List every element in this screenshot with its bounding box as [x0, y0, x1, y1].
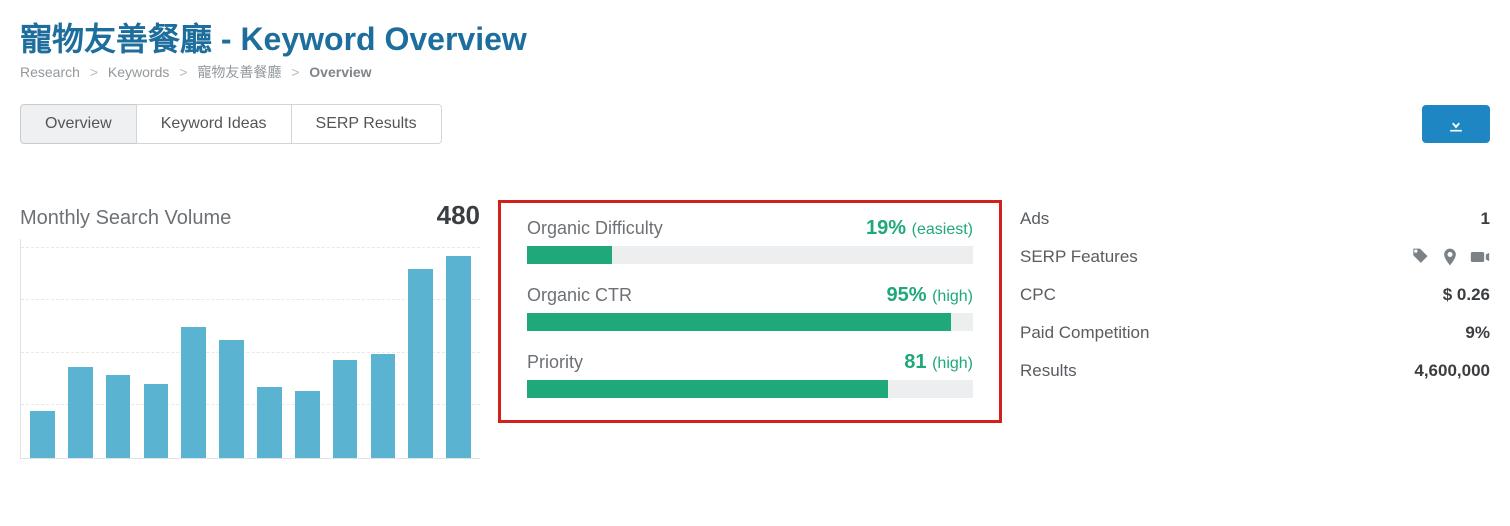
metric-track — [527, 246, 973, 264]
stat-label: SERP Features — [1020, 247, 1138, 267]
chart-bar — [219, 340, 244, 458]
stat-label: Paid Competition — [1020, 323, 1149, 343]
metrics-panel: Organic Difficulty 19% (easiest) Organic… — [498, 200, 1002, 423]
chart-bar — [30, 411, 55, 458]
metric-label: Organic CTR — [527, 285, 632, 306]
chart-bar — [257, 387, 282, 458]
search-volume-value: 480 — [437, 200, 480, 231]
stat-value: 9% — [1465, 323, 1490, 343]
search-volume-chart — [20, 239, 480, 459]
chart-bar — [68, 367, 93, 458]
metric-organic-ctr: Organic CTR 95% (high) — [527, 284, 973, 331]
stat-serp-features: SERP Features — [1020, 238, 1490, 276]
stat-label: Results — [1020, 361, 1077, 381]
metric-label: Organic Difficulty — [527, 218, 663, 239]
metric-value: 95% (high) — [887, 284, 974, 307]
chart-bar — [144, 384, 169, 458]
stat-value: 4,600,000 — [1414, 361, 1490, 381]
map-pin-icon — [1440, 247, 1460, 267]
serp-feature-icons — [1410, 247, 1490, 267]
metric-value: 81 (high) — [904, 351, 973, 374]
stat-value: 1 — [1481, 209, 1490, 229]
metric-priority: Priority 81 (high) — [527, 351, 973, 398]
metric-value-qual: (easiest) — [912, 221, 973, 238]
breadcrumb-current: Overview — [309, 64, 371, 80]
metric-organic-difficulty: Organic Difficulty 19% (easiest) — [527, 217, 973, 264]
metric-fill — [527, 380, 888, 398]
page-title: 寵物友善餐廳 - Keyword Overview — [20, 14, 1490, 60]
breadcrumb-sep: > — [90, 64, 98, 80]
tab-serp-results[interactable]: SERP Results — [291, 104, 442, 144]
stats-panel: Ads 1 SERP Features CPC $ 0.26 Paid Comp… — [1020, 200, 1490, 390]
metric-value: 19% (easiest) — [866, 217, 973, 240]
breadcrumb-research[interactable]: Research — [20, 64, 80, 80]
chart-bar — [106, 375, 131, 458]
chart-bar — [408, 269, 433, 458]
chart-bar — [181, 327, 206, 458]
breadcrumb-sep: > — [291, 64, 299, 80]
breadcrumb-term[interactable]: 寵物友善餐廳 — [197, 64, 281, 80]
stat-label: Ads — [1020, 209, 1049, 229]
chart-bar — [446, 256, 471, 458]
chart-bar — [333, 360, 358, 458]
breadcrumb: Research > Keywords > 寵物友善餐廳 > Overview — [20, 62, 1490, 82]
stat-results: Results 4,600,000 — [1020, 352, 1490, 390]
metric-value-num: 95% — [887, 284, 927, 306]
metric-value-qual: (high) — [932, 288, 973, 305]
stat-paid-competition: Paid Competition 9% — [1020, 314, 1490, 352]
tab-group: Overview Keyword Ideas SERP Results — [20, 104, 442, 144]
tab-keyword-ideas[interactable]: Keyword Ideas — [136, 104, 292, 144]
metric-value-num: 81 — [904, 351, 926, 373]
breadcrumb-sep: > — [179, 64, 187, 80]
stat-ads: Ads 1 — [1020, 200, 1490, 238]
search-volume-panel: Monthly Search Volume 480 — [20, 200, 480, 459]
metric-label: Priority — [527, 352, 583, 373]
chart-bar — [295, 391, 320, 458]
stat-label: CPC — [1020, 285, 1056, 305]
tab-overview[interactable]: Overview — [20, 104, 137, 144]
download-icon — [1446, 114, 1466, 134]
breadcrumb-keywords[interactable]: Keywords — [108, 64, 169, 80]
video-icon — [1470, 247, 1490, 267]
metric-fill — [527, 246, 612, 264]
metric-fill — [527, 313, 951, 331]
metric-track — [527, 313, 973, 331]
metric-value-qual: (high) — [932, 355, 973, 372]
tag-icon — [1410, 247, 1430, 267]
download-button[interactable] — [1422, 105, 1490, 143]
search-volume-label: Monthly Search Volume — [20, 207, 231, 230]
stat-value: $ 0.26 — [1443, 285, 1490, 305]
metric-value-num: 19% — [866, 217, 906, 239]
chart-bar — [371, 354, 396, 458]
stat-cpc: CPC $ 0.26 — [1020, 276, 1490, 314]
metric-track — [527, 380, 973, 398]
